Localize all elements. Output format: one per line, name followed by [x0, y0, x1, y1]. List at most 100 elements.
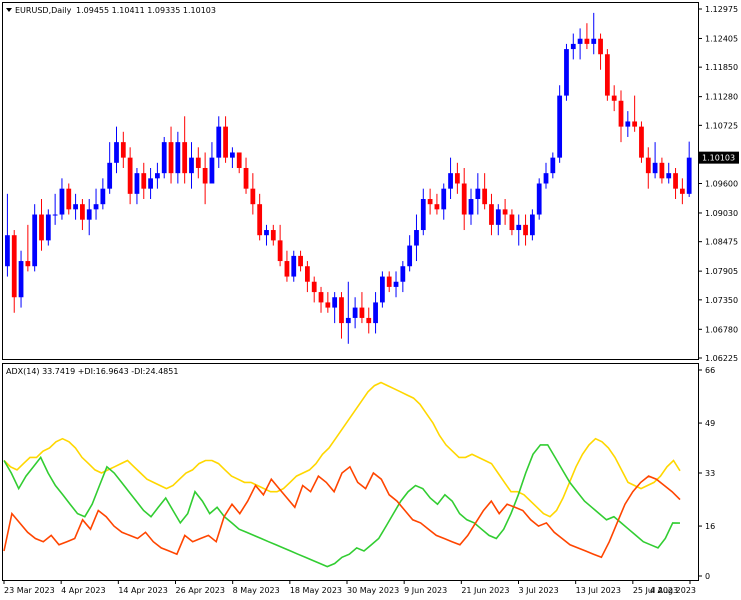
candle-body: [659, 162, 665, 179]
candle-body: [18, 261, 24, 298]
candle-body: [305, 266, 310, 282]
candle-body: [291, 255, 297, 277]
candle-body: [509, 214, 515, 231]
candle-body: [141, 173, 147, 189]
candle-body: [673, 173, 678, 189]
candle-body: [420, 199, 426, 231]
current-price-tag: 1.10103: [699, 151, 739, 164]
candle-body: [359, 307, 365, 318]
candle-body: [202, 167, 208, 184]
date-tick-label: 26 Apr 2023: [176, 586, 225, 595]
candle-body: [400, 266, 406, 282]
candle: [557, 85, 563, 163]
indicator-tick-label: 66: [705, 366, 715, 375]
candle: [639, 121, 644, 163]
candle-body: [73, 204, 78, 210]
candle: [564, 43, 569, 101]
candle-body: [298, 255, 303, 267]
candle: [604, 49, 610, 101]
candle-body: [52, 214, 58, 216]
price-tick-label: 1.11850: [705, 63, 738, 72]
candle-body: [679, 188, 685, 194]
candle-body: [407, 245, 413, 267]
candle-body: [155, 173, 160, 179]
date-tick-label: 18 May 2023: [290, 586, 342, 595]
candle-body: [264, 230, 269, 236]
candle-body: [59, 188, 65, 215]
candle-body: [434, 204, 440, 210]
candle-body: [598, 38, 603, 55]
candle-body: [277, 240, 283, 262]
candle-body: [45, 214, 51, 241]
candle-body: [639, 126, 644, 158]
candle-body: [332, 297, 338, 308]
indicator-label: ADX(14) 33.7419 +DI:16.9643 -DI:24.4851: [6, 367, 178, 376]
price-tick-label: 1.10725: [705, 121, 738, 130]
candle-body: [427, 199, 433, 205]
candle-body: [475, 188, 481, 200]
candle-body: [570, 43, 576, 50]
date-tick-label: 30 May 2023: [347, 586, 399, 595]
date-tick-label: 8 May 2023: [233, 586, 280, 595]
price-tick-label: 1.09600: [705, 180, 738, 189]
candle-body: [325, 302, 331, 308]
candle-body: [25, 261, 31, 267]
candle-body: [114, 142, 119, 163]
chart-stage: 1.12975 1.12405 1.11850 1.11280 1.10725 1.101…: [0, 0, 741, 600]
candle-body: [414, 230, 419, 246]
candle-body: [189, 157, 194, 174]
price-tick-label: 1.09030: [705, 209, 738, 218]
indicator-tick-label: 0: [705, 572, 710, 581]
candle-body: [161, 142, 167, 174]
candle-body: [386, 276, 392, 287]
candle-body: [591, 38, 597, 44]
candle-body: [652, 162, 658, 174]
candle-body: [373, 302, 378, 324]
candle-body: [236, 152, 242, 168]
ohlc-values: 1.09455 1.10411 1.09335 1.10103: [76, 6, 216, 15]
candle-body: [502, 209, 508, 215]
candle-body: [39, 214, 44, 241]
candle-body: [366, 317, 372, 324]
candle-body: [32, 214, 38, 267]
candle-body: [379, 276, 385, 303]
candle-body: [645, 157, 651, 174]
price-tick-label: 1.07905: [705, 267, 738, 276]
candle-body: [311, 281, 317, 293]
candle-body: [66, 188, 72, 210]
candle-body: [339, 297, 344, 324]
candle-body: [604, 54, 610, 96]
candle-body: [127, 157, 133, 194]
date-tick-label: 14 Apr 2023: [118, 586, 167, 595]
indicator-tick-label: 16: [705, 522, 715, 531]
candle-body: [284, 261, 290, 277]
candle-body: [448, 173, 453, 189]
candle-body: [107, 162, 113, 189]
candle: [45, 209, 51, 246]
candle-body: [543, 173, 549, 184]
candle-body: [134, 173, 140, 194]
current-price-label: 1.10103: [702, 154, 735, 163]
candle: [536, 178, 542, 220]
candle-body: [175, 142, 181, 174]
candle-body: [441, 188, 447, 210]
candle-body: [86, 209, 92, 220]
candle-body: [611, 95, 617, 101]
candle-body: [495, 209, 501, 225]
candle-body: [618, 100, 624, 127]
candle-body: [557, 95, 563, 158]
date-tick-label: 4 Aug 2023: [650, 586, 696, 595]
candle-body: [120, 142, 126, 158]
candle-body: [625, 121, 631, 127]
date-tick-label: 23 Mar 2023: [4, 586, 55, 595]
candle-body: [216, 126, 222, 158]
price-tick-label: 1.11280: [705, 93, 738, 102]
candle-body: [482, 188, 488, 205]
candle-body: [80, 204, 85, 220]
date-tick-label: 3 Jul 2023: [519, 586, 559, 595]
candle-body: [93, 204, 99, 210]
candle: [379, 271, 385, 308]
price-tick-label: 1.06225: [705, 354, 738, 363]
candle-body: [209, 157, 215, 184]
price-tick-label: 1.08475: [705, 238, 738, 247]
